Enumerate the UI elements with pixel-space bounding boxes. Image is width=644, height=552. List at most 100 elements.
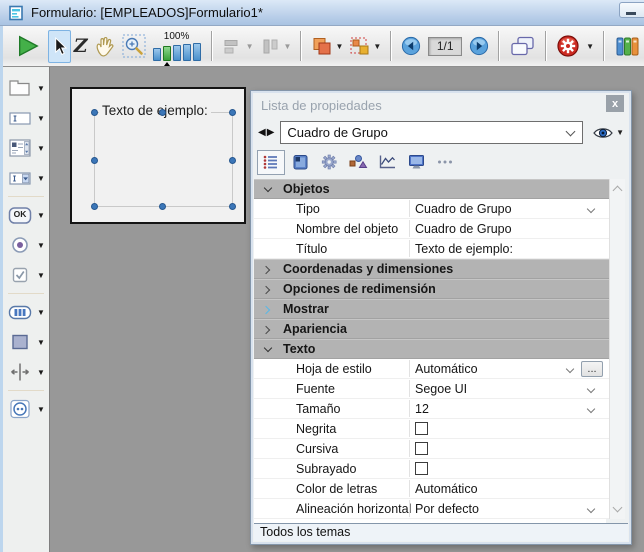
tab-events[interactable] xyxy=(373,150,401,175)
chevron-down-icon[interactable] xyxy=(587,505,595,513)
section-header-apariencia[interactable]: Apariencia xyxy=(254,319,609,339)
chevron-down-icon[interactable] xyxy=(587,205,595,213)
selection-handle[interactable] xyxy=(229,203,236,210)
ellipsis-button[interactable]: ... xyxy=(581,361,603,377)
chevron-down-icon[interactable]: ▼ xyxy=(284,42,292,51)
tool-group-box[interactable]: ▼ xyxy=(3,73,49,103)
library-button[interactable] xyxy=(611,29,644,63)
pan-tool-button[interactable] xyxy=(91,29,119,63)
distribute-button-disabled[interactable]: ▼ xyxy=(257,29,295,63)
settings-button[interactable]: ▼ xyxy=(553,29,597,63)
property-row-alineacion-horizontal[interactable]: Alineación horizontal Por defecto xyxy=(254,499,609,519)
checkbox-unchecked[interactable] xyxy=(415,462,428,475)
chevron-down-icon[interactable]: ▼ xyxy=(335,42,343,51)
page-indicator-field[interactable]: 1/1 xyxy=(428,37,462,56)
chevron-down-icon[interactable]: ▼ xyxy=(37,211,45,220)
property-row-fuente[interactable]: Fuente Segoe UI xyxy=(254,379,609,399)
selection-handle[interactable] xyxy=(159,109,166,116)
chevron-down-icon[interactable]: ▼ xyxy=(586,42,594,51)
group-box-object[interactable]: Texto de ejemplo: xyxy=(94,112,233,207)
zoom-tool-button[interactable] xyxy=(119,29,149,63)
previous-page-button[interactable] xyxy=(398,29,424,63)
tab-more[interactable] xyxy=(431,150,459,175)
scroll-up-icon[interactable] xyxy=(613,186,623,196)
tab-data[interactable] xyxy=(286,150,314,175)
selection-handle[interactable] xyxy=(91,109,98,116)
chevron-down-icon[interactable]: ▼ xyxy=(37,174,45,183)
tool-list-box[interactable]: ▼ xyxy=(3,133,49,163)
level-button[interactable]: ▼ xyxy=(308,29,346,63)
tool-radio-button[interactable]: ▼ xyxy=(3,230,49,260)
property-row-subrayado[interactable]: Subrayado xyxy=(254,459,609,479)
chevron-down-icon[interactable]: ▼ xyxy=(37,308,45,317)
checkbox-unchecked[interactable] xyxy=(415,442,428,455)
next-page-button[interactable] xyxy=(466,29,492,63)
tab-display[interactable] xyxy=(402,150,430,175)
zoom-bar[interactable] xyxy=(193,43,201,61)
form-canvas[interactable]: Texto de ejemplo: xyxy=(70,87,246,224)
section-header-coordenadas[interactable]: Coordenadas y dimensiones xyxy=(254,259,609,279)
property-row-color-de-letras[interactable]: Color de letras Automático xyxy=(254,479,609,499)
scroll-down-icon[interactable] xyxy=(613,503,623,513)
close-button[interactable]: x xyxy=(606,95,624,112)
checkbox-unchecked[interactable] xyxy=(415,422,428,435)
tool-button-grid[interactable]: ▼ xyxy=(3,297,49,327)
chevron-down-icon[interactable]: ▼ xyxy=(37,368,45,377)
tool-ok-button[interactable]: OK ▼ xyxy=(3,200,49,230)
select-tool-button[interactable] xyxy=(48,30,71,63)
tab-property-list[interactable] xyxy=(257,150,285,175)
section-header-redimension[interactable]: Opciones de redimensión xyxy=(254,279,609,299)
zoom-level-widget[interactable]: 100% xyxy=(153,32,201,61)
selection-handle[interactable] xyxy=(91,203,98,210)
chevron-down-icon[interactable]: ▼ xyxy=(37,338,45,347)
tool-text-input[interactable]: ▼ xyxy=(3,103,49,133)
minimize-button[interactable] xyxy=(619,2,644,18)
zoom-bar[interactable] xyxy=(173,45,181,61)
tab-settings[interactable] xyxy=(315,150,343,175)
chevron-down-icon[interactable] xyxy=(587,405,595,413)
tool-splitter[interactable]: ▼ xyxy=(3,357,49,387)
tool-rectangle[interactable]: ▼ xyxy=(3,327,49,357)
view-options-button[interactable]: ▼ xyxy=(592,126,624,140)
property-row-negrita[interactable]: Negrita xyxy=(254,419,609,439)
object-selector-combobox[interactable]: Cuadro de Grupo xyxy=(280,121,583,144)
chevron-down-icon[interactable]: ▼ xyxy=(246,42,254,51)
section-header-objetos[interactable]: Objetos xyxy=(254,179,609,199)
selection-handle[interactable] xyxy=(229,109,236,116)
property-row-tamano[interactable]: Tamaño 12 xyxy=(254,399,609,419)
zoom-bars[interactable] xyxy=(153,43,201,61)
section-header-mostrar[interactable]: Mostrar xyxy=(254,299,609,319)
selection-handle[interactable] xyxy=(159,203,166,210)
badge-tool-button[interactable]: Z xyxy=(71,29,91,63)
chevron-down-icon[interactable]: ▼ xyxy=(37,114,45,123)
property-row-nombre[interactable]: Nombre del objeto Cuadro de Grupo xyxy=(254,219,609,239)
run-form-button[interactable] xyxy=(13,29,43,63)
chevron-down-icon[interactable]: ▼ xyxy=(37,84,45,93)
selection-handle[interactable] xyxy=(229,157,236,164)
chevron-down-icon[interactable] xyxy=(587,385,595,393)
panel-footer[interactable]: Todos los temas xyxy=(254,523,628,541)
property-row-cursiva[interactable]: Cursiva xyxy=(254,439,609,459)
property-row-tipo[interactable]: Tipo Cuadro de Grupo xyxy=(254,199,609,219)
tool-check-box[interactable]: ▼ xyxy=(3,260,49,290)
zoom-bar[interactable] xyxy=(153,48,161,61)
align-button-disabled[interactable]: ▼ xyxy=(219,29,257,63)
chevron-down-icon[interactable]: ▼ xyxy=(37,144,45,153)
zoom-bar-current[interactable] xyxy=(163,46,171,61)
selection-handle[interactable] xyxy=(91,157,98,164)
property-row-hoja-de-estilo[interactable]: Hoja de estilo Automático ... xyxy=(254,359,609,379)
chevron-down-icon[interactable]: ▼ xyxy=(37,271,45,280)
chevron-down-icon[interactable]: ▼ xyxy=(37,241,45,250)
chevron-down-icon[interactable]: ▼ xyxy=(373,42,381,51)
zoom-bar[interactable] xyxy=(183,44,191,61)
section-header-texto[interactable]: Texto xyxy=(254,339,609,359)
form-pages-button[interactable] xyxy=(506,29,539,63)
group-button[interactable]: ▼ xyxy=(346,29,384,63)
chevron-down-icon[interactable]: ▼ xyxy=(37,405,45,414)
property-row-titulo[interactable]: Título Texto de ejemplo: xyxy=(254,239,609,259)
panel-scrollbar[interactable] xyxy=(609,179,625,519)
tool-combo-box[interactable]: ▼ xyxy=(3,163,49,193)
tab-objects[interactable] xyxy=(344,150,372,175)
object-prev-next-icons[interactable]: ◀▶ xyxy=(258,127,275,138)
chevron-down-icon[interactable] xyxy=(566,365,574,373)
